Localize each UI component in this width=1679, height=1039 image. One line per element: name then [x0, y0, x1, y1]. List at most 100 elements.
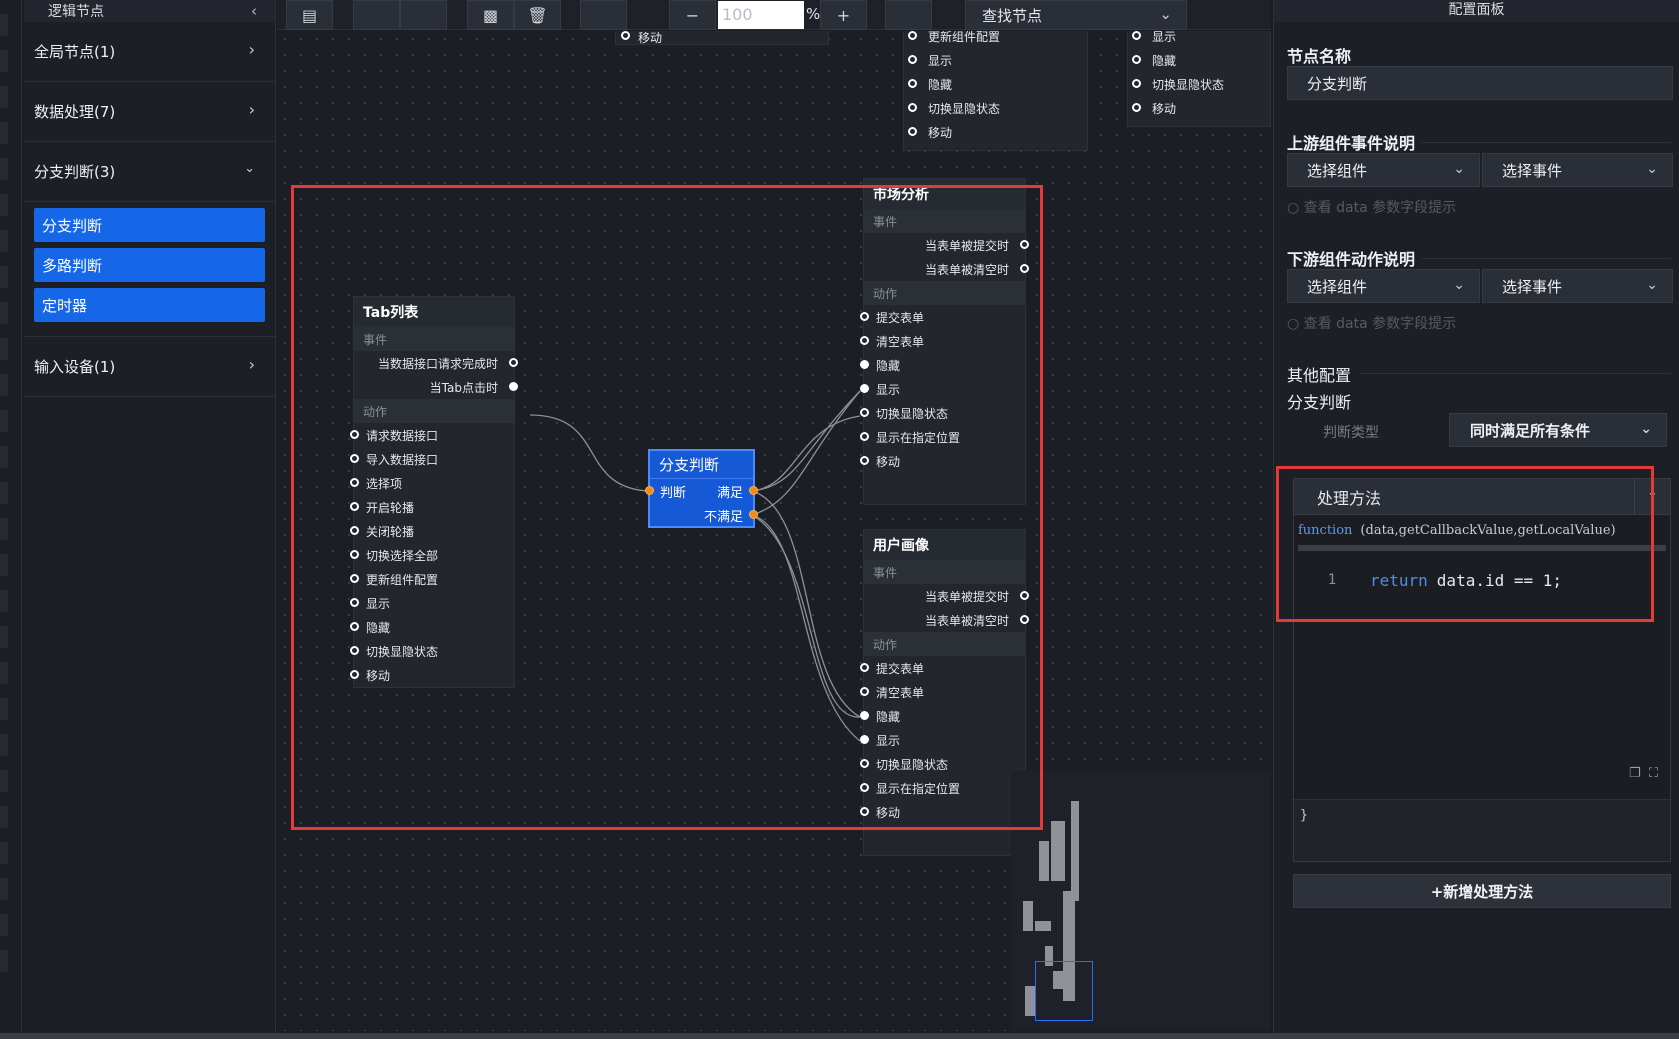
fit-view-button[interactable]: ▤ — [286, 0, 333, 30]
downstream-event-select[interactable]: 选择事件 ⌄ — [1482, 269, 1673, 303]
clipboard-icon: ▩ — [482, 5, 499, 25]
action-label: 移动 — [638, 31, 663, 45]
downstream-label: 下游组件动作说明 — [1287, 250, 1416, 269]
select-label: 选择事件 — [1502, 161, 1563, 180]
delete-button[interactable]: 🗑 — [514, 0, 561, 30]
copy-icon[interactable]: ❐ — [1629, 766, 1641, 781]
action-label: 切换显隐状态 — [928, 101, 1001, 116]
port[interactable] — [908, 55, 917, 64]
divider — [1360, 373, 1671, 374]
node-name-input[interactable]: 分支判断 — [1287, 66, 1673, 100]
zoom-input[interactable] — [718, 1, 804, 29]
zoom-in-button[interactable]: + — [820, 0, 867, 30]
port[interactable] — [908, 103, 917, 112]
action-row: 移动 — [616, 31, 828, 47]
sidebar-item-timer[interactable]: 定时器 — [34, 288, 265, 322]
action-row: 切换显隐状态 — [1128, 72, 1270, 96]
chevron-down-icon: ⌄ — [1453, 161, 1465, 177]
action-row: 移动 — [1128, 96, 1270, 120]
node-fragment[interactable]: 更新组件配置 显示 隐藏 切换显隐状态 移动 — [903, 31, 1088, 151]
downstream-component-select[interactable]: 选择组件 ⌄ — [1287, 269, 1480, 303]
redo-button[interactable] — [400, 0, 447, 30]
chevron-down-icon: ⌄ — [1159, 5, 1172, 23]
action-label: 切换显隐状态 — [1152, 77, 1225, 92]
undo-button[interactable] — [353, 0, 400, 30]
sidebar-item-branch-judge[interactable]: 分支判断 — [34, 208, 265, 242]
select-label: 同时满足所有条件 — [1470, 421, 1591, 440]
category-global[interactable]: 全局节点(1) › — [24, 22, 275, 82]
toolbar-button[interactable] — [580, 0, 627, 30]
toolbar-button[interactable] — [885, 0, 932, 30]
zoom-suffix: % — [806, 5, 821, 23]
activity-strip — [0, 0, 22, 1039]
chevron-left-icon[interactable]: ‹ — [251, 2, 257, 20]
port[interactable] — [908, 127, 917, 136]
category-input-device[interactable]: 输入设备(1) › — [24, 337, 275, 397]
other-config-label: 其他配置 — [1287, 366, 1352, 385]
judge-type-select[interactable]: 同时满足所有条件 ⌄ — [1449, 413, 1667, 447]
annotation-highlight — [1276, 466, 1654, 622]
panel-title: 配置面板 — [1274, 0, 1679, 22]
action-row: 显示 — [904, 48, 1087, 72]
port[interactable] — [908, 31, 917, 40]
hint-text: 查看 data 参数字段提示 — [1303, 200, 1457, 216]
downstream-hint[interactable]: ○ 查看 data 参数字段提示 — [1287, 313, 1456, 333]
category-branch[interactable]: 分支判断(3) ⌄ — [24, 142, 275, 202]
category-label: 数据处理(7) — [34, 103, 116, 121]
branch-items: 分支判断 多路判断 定时器 — [24, 202, 275, 337]
action-label: 移动 — [1152, 101, 1177, 116]
plus-icon: + — [836, 5, 851, 25]
port[interactable] — [1132, 31, 1141, 40]
category-label: 分支判断(3) — [34, 163, 116, 181]
node-name-label: 节点名称 — [1287, 47, 1352, 66]
category-label: 输入设备(1) — [34, 358, 116, 376]
minus-icon: − — [685, 5, 700, 25]
action-label: 隐藏 — [928, 77, 953, 92]
upstream-event-select[interactable]: 选择事件 ⌄ — [1482, 153, 1673, 187]
select-label: 选择组件 — [1307, 277, 1368, 296]
judge-type-label: 判断类型 — [1323, 425, 1379, 441]
port[interactable] — [1132, 79, 1141, 88]
paste-button[interactable]: ▩ — [467, 0, 514, 30]
node-fragment[interactable]: 移动 — [615, 31, 829, 45]
logic-node-sidebar: 逻辑节点 ‹ 全局节点(1) › 数据处理(7) › 分支判断(3) ⌄ 分支判… — [24, 0, 276, 1039]
select-label: 选择组件 — [1307, 161, 1368, 180]
canvas-toolbar: ▤ ▩ 🗑 − % + 查找节点 ⌄ — [277, 0, 1271, 30]
action-label: 更新组件配置 — [928, 31, 1001, 44]
find-node-select[interactable]: 查找节点 ⌄ — [965, 0, 1187, 30]
port[interactable] — [621, 31, 630, 40]
port[interactable] — [1132, 55, 1141, 64]
upstream-hint[interactable]: ○ 查看 data 参数字段提示 — [1287, 197, 1456, 217]
action-row: 隐藏 — [904, 72, 1087, 96]
config-panel: 配置面板 节点名称 分支判断 上游组件事件说明 选择组件 ⌄ 选择事件 ⌄ ○ 查看… — [1273, 0, 1679, 1039]
select-label: 选择事件 — [1502, 277, 1563, 296]
chevron-right-icon: › — [248, 355, 255, 374]
chevron-down-icon: ⌄ — [1453, 277, 1465, 293]
sidebar-header: 逻辑节点 ‹ — [24, 0, 275, 22]
action-label: 显示 — [928, 53, 953, 68]
search-icon: ○ — [1287, 316, 1300, 332]
branch-config-label: 分支判断 — [1287, 393, 1352, 412]
port[interactable] — [908, 79, 917, 88]
add-method-button[interactable]: +新增处理方法 — [1293, 874, 1671, 908]
action-label: 显示 — [1152, 31, 1177, 44]
fullscreen-icon[interactable]: ⛶ — [1649, 766, 1658, 781]
hint-text: 查看 data 参数字段提示 — [1303, 316, 1457, 332]
category-data-processing[interactable]: 数据处理(7) › — [24, 82, 275, 142]
minimap[interactable] — [1011, 771, 1271, 1031]
minimap-viewport[interactable] — [1035, 961, 1093, 1021]
sidebar-item-multi-judge[interactable]: 多路判断 — [34, 248, 265, 282]
chevron-down-icon: ⌄ — [1646, 277, 1658, 293]
chevron-down-icon: ⌄ — [244, 161, 255, 176]
upstream-component-select[interactable]: 选择组件 ⌄ — [1287, 153, 1480, 187]
port[interactable] — [1132, 103, 1141, 112]
annotation-highlight — [291, 185, 1043, 830]
node-fragment[interactable]: 显示 隐藏 切换显隐状态 移动 — [1127, 31, 1271, 127]
chevron-right-icon: › — [248, 40, 255, 59]
action-label: 隐藏 — [1152, 53, 1177, 68]
status-strip — [0, 1033, 1679, 1039]
zoom-out-button[interactable]: − — [669, 0, 716, 30]
divider — [1422, 258, 1671, 259]
flow-canvas[interactable]: 移动 更新组件配置 显示 隐藏 切换显隐状态 移动 显示 隐藏 切换显隐状态 移… — [277, 31, 1271, 1031]
trash-icon: 🗑 — [527, 5, 548, 25]
